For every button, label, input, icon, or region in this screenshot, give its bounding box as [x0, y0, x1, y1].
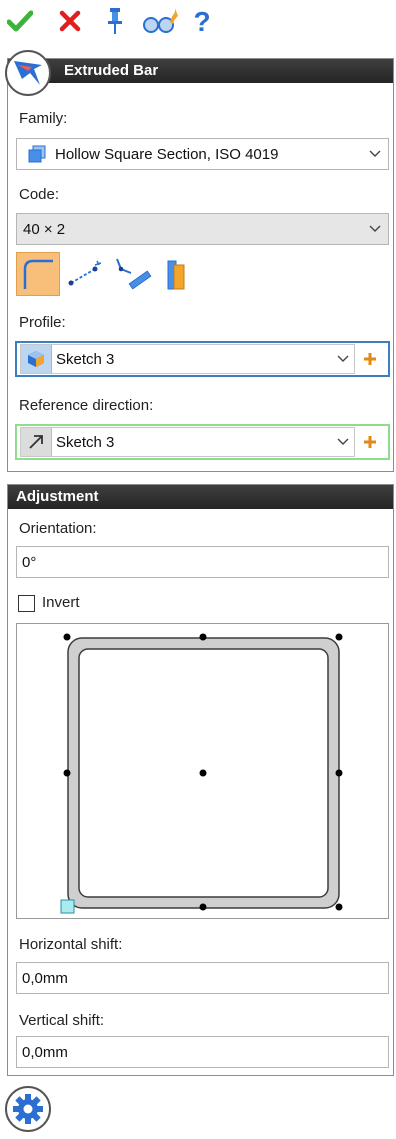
family-dropdown[interactable]: Hollow Square Section, ISO 4019 — [16, 138, 389, 170]
chevron-down-icon[interactable] — [362, 214, 388, 244]
sketch-cube-icon — [21, 345, 52, 373]
code-label: Code: — [19, 186, 60, 203]
command-toolbar: ? — [0, 0, 396, 40]
invert-checkbox[interactable] — [18, 595, 35, 612]
profile-selector[interactable]: Sketch 3 — [15, 341, 390, 377]
code-dropdown[interactable]: 40 × 2 — [16, 213, 389, 245]
anchor-bottom-right — [335, 903, 343, 911]
anchor-middle-right — [335, 769, 343, 777]
reference-direction-value: Sketch 3 — [56, 433, 115, 451]
anchor-bottom-left-selected — [60, 899, 75, 914]
path-ruler-mode-icon[interactable] — [110, 254, 154, 294]
ok-check-icon[interactable] — [6, 6, 34, 36]
chevron-down-icon[interactable] — [332, 355, 354, 363]
extruded-bar-logo-icon — [5, 50, 51, 96]
family-section-icon — [17, 144, 51, 164]
family-label: Family: — [19, 110, 68, 127]
vertical-shift-input[interactable] — [16, 1036, 389, 1068]
corner-profile-mode-icon[interactable] — [16, 252, 60, 296]
adjustment-header: Adjustment — [8, 485, 393, 509]
settings-gear-icon[interactable] — [5, 1086, 51, 1132]
anchor-middle-left — [63, 769, 71, 777]
cancel-x-icon[interactable] — [56, 6, 84, 36]
add-profile-plus-icon[interactable] — [355, 345, 385, 373]
profile-value: Sketch 3 — [56, 350, 115, 368]
chevron-down-icon[interactable] — [332, 438, 354, 446]
reference-direction-label: Reference direction: — [19, 397, 154, 414]
direction-arrow-icon — [21, 428, 52, 456]
section-preview — [16, 623, 389, 919]
svg-text:?: ? — [193, 7, 210, 35]
help-question-icon[interactable]: ? — [188, 6, 216, 36]
code-value: 40 × 2 — [23, 220, 66, 238]
anchor-top-center — [199, 633, 207, 641]
anchor-top-left — [63, 633, 71, 641]
family-value: Hollow Square Section, ISO 4019 — [55, 145, 279, 163]
anchor-center — [199, 769, 207, 777]
reference-direction-selector[interactable]: Sketch 3 — [15, 424, 390, 460]
vertical-shift-label: Vertical shift: — [19, 1012, 105, 1029]
orientation-label: Orientation: — [19, 520, 97, 537]
anchor-top-right — [335, 633, 343, 641]
orientation-input[interactable] — [16, 546, 389, 578]
anchor-bottom-center — [199, 903, 207, 911]
preview-glasses-icon[interactable] — [140, 6, 180, 36]
two-points-mode-icon[interactable] — [64, 256, 104, 292]
horizontal-shift-label: Horizontal shift: — [19, 936, 123, 953]
chevron-down-icon[interactable] — [362, 139, 388, 169]
invert-label: Invert — [42, 594, 80, 611]
profile-label: Profile: — [19, 314, 66, 331]
pin-icon[interactable] — [101, 6, 129, 36]
add-reference-plus-icon[interactable] — [355, 428, 385, 456]
beam-mode-icon[interactable] — [158, 254, 192, 294]
extruded-bar-header: Extruded Bar — [8, 59, 393, 83]
horizontal-shift-input[interactable] — [16, 962, 389, 994]
